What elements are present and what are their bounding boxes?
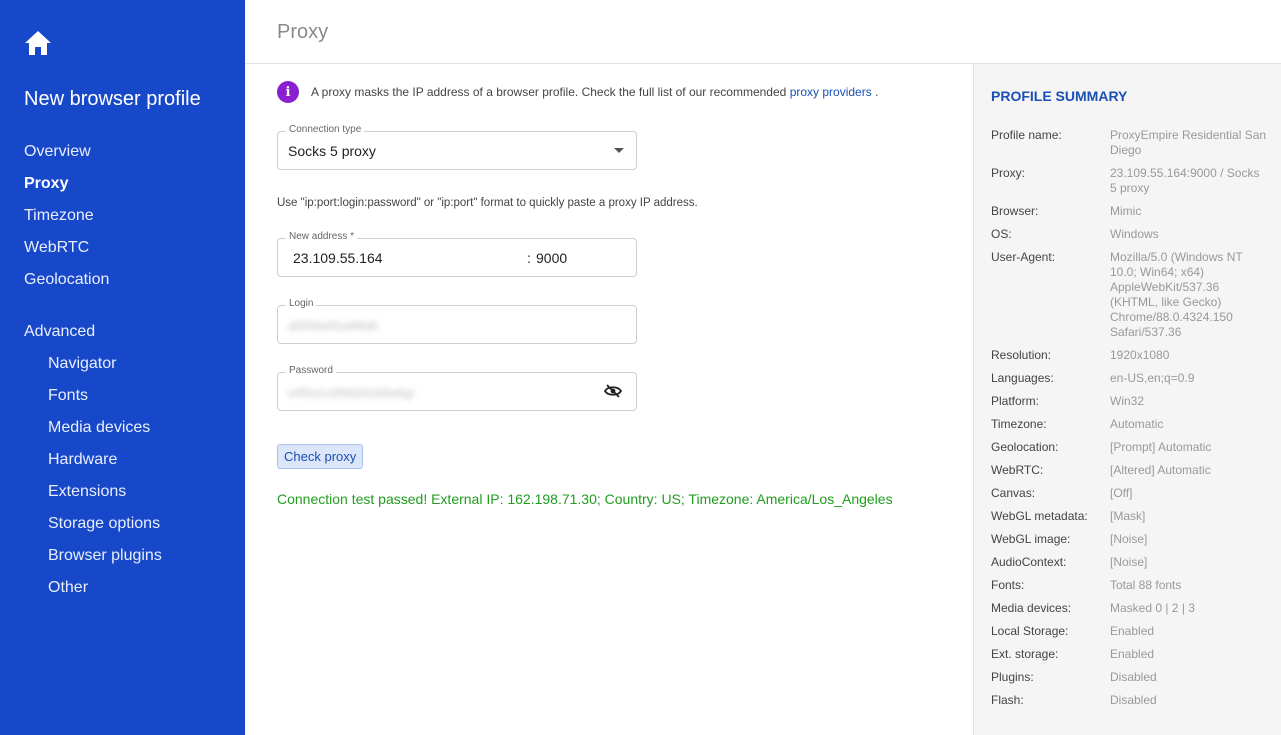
port-separator: : (527, 250, 531, 266)
address-field[interactable]: New address * 23.109.55.164 : 9000 (277, 231, 637, 277)
sidebar-item-browser-plugins[interactable]: Browser plugins (48, 547, 162, 565)
summary-key: Local Storage: (991, 624, 1069, 638)
password-input[interactable]: e4f5a1c0f5fd2b2d0e6gr (288, 386, 415, 400)
sidebar-item-overview[interactable]: Overview (24, 143, 91, 161)
ip-input[interactable]: 23.109.55.164 (293, 250, 383, 266)
summary-value: Mimic (1110, 204, 1142, 218)
summary-key: Ext. storage: (991, 647, 1059, 661)
summary-value: Masked 0 | 2 | 3 (1110, 601, 1195, 615)
summary-key: Timezone: (991, 417, 1047, 431)
sidebar-item-webrtc[interactable]: WebRTC (24, 239, 89, 257)
proxy-form: i A proxy masks the IP address of a brow… (245, 64, 973, 735)
chevron-down-icon[interactable] (614, 148, 624, 153)
sidebar-item-other[interactable]: Other (48, 579, 88, 597)
summary-value: 23.109.55.164:9000 / Socks 5 proxy (1110, 166, 1260, 195)
summary-key: Media devices: (991, 601, 1072, 615)
summary-value: [Noise] (1110, 555, 1148, 569)
summary-key: Languages: (991, 371, 1054, 385)
summary-key: Resolution: (991, 348, 1052, 362)
sidebar-item-storage-options[interactable]: Storage options (48, 515, 160, 533)
summary-key: Proxy: (991, 166, 1026, 180)
sidebar: New browser profile Overview Proxy Timez… (0, 0, 245, 735)
summary-key: Browser: (991, 204, 1039, 218)
summary-key: AudioContext: (991, 555, 1067, 569)
summary-key: WebRTC: (991, 463, 1044, 477)
proxy-providers-link[interactable]: proxy providers (790, 85, 872, 99)
summary-value: Disabled (1110, 693, 1157, 707)
login-label: Login (286, 298, 317, 309)
home-icon[interactable] (24, 30, 52, 56)
summary-key: Platform: (991, 394, 1040, 408)
password-field[interactable]: Password e4f5a1c0f5fd2b2d0e6gr (277, 365, 637, 411)
summary-value: ProxyEmpire Residential San Diego (1110, 128, 1267, 157)
header: Proxy (245, 0, 1281, 64)
sidebar-item-media-devices[interactable]: Media devices (48, 419, 150, 437)
summary-key: User-Agent: (991, 250, 1056, 264)
page-title: Proxy (277, 21, 329, 43)
login-input[interactable]: af5f0fa0f1a4f6d0 (288, 319, 378, 333)
summary-value: [Off] (1110, 486, 1133, 500)
connection-status: Connection test passed! External IP: 162… (277, 491, 893, 507)
sidebar-item-extensions[interactable]: Extensions (48, 483, 126, 501)
port-input[interactable]: 9000 (536, 250, 567, 266)
summary-value: Enabled (1110, 647, 1155, 661)
summary-value: Win32 (1110, 394, 1145, 408)
summary-key: Geolocation: (991, 440, 1059, 454)
summary-key: WebGL metadata: (991, 509, 1088, 523)
sidebar-item-timezone[interactable]: Timezone (24, 207, 94, 225)
password-label: Password (286, 365, 336, 376)
summary-value: [Prompt] Automatic (1110, 440, 1212, 454)
sidebar-item-geolocation[interactable]: Geolocation (24, 271, 109, 289)
summary-title: PROFILE SUMMARY (991, 88, 1128, 104)
info-message: A proxy masks the IP address of a browse… (311, 85, 787, 99)
summary-value: [Mask] (1110, 509, 1146, 523)
sidebar-item-navigator[interactable]: Navigator (48, 355, 116, 373)
info-text: A proxy masks the IP address of a browse… (311, 85, 878, 99)
summary-key: WebGL image: (991, 532, 1071, 546)
sidebar-item-proxy[interactable]: Proxy (24, 175, 68, 193)
connection-type-select[interactable]: Connection type Socks 5 proxy (277, 124, 637, 170)
format-hint: Use "ip:port:login:password" or "ip:port… (277, 197, 698, 209)
sidebar-item-advanced[interactable]: Advanced (24, 323, 95, 341)
connection-type-value: Socks 5 proxy (288, 143, 376, 159)
login-field[interactable]: Login af5f0fa0f1a4f6d0 (277, 298, 637, 344)
info-end: . (875, 85, 879, 99)
summary-key: Canvas: (991, 486, 1036, 500)
address-label: New address * (286, 231, 358, 242)
summary-value: Total 88 fonts (1110, 578, 1182, 592)
info-icon: i (277, 81, 299, 103)
connection-type-label: Connection type (286, 124, 365, 135)
check-proxy-button[interactable]: Check proxy (277, 444, 364, 469)
summary-value: Enabled (1110, 624, 1155, 638)
summary-key: OS: (991, 227, 1012, 241)
sidebar-item-hardware[interactable]: Hardware (48, 451, 117, 469)
summary-value: [Altered] Automatic (1110, 463, 1211, 477)
profile-summary: PROFILE SUMMARY Profile name: ProxyEmpire… (973, 64, 1281, 735)
summary-key: Flash: (991, 693, 1024, 707)
summary-value: Disabled (1110, 670, 1157, 684)
summary-value: 1920x1080 (1110, 348, 1170, 362)
sidebar-title: New browser profile (24, 88, 201, 110)
summary-value: en-US,en;q=0.9 (1110, 371, 1195, 385)
summary-value: [Noise] (1110, 532, 1148, 546)
summary-value: Windows (1110, 227, 1159, 241)
eye-off-icon[interactable] (604, 384, 622, 398)
info-banner: i A proxy masks the IP address of a brow… (277, 81, 878, 103)
sidebar-item-fonts[interactable]: Fonts (48, 387, 88, 405)
summary-key: Fonts: (991, 578, 1025, 592)
summary-key: Profile name: (991, 128, 1062, 142)
summary-value: Mozilla/5.0 (Windows NT 10.0; Win64; x64… (1110, 250, 1243, 339)
summary-key: Plugins: (991, 670, 1034, 684)
summary-value: Automatic (1110, 417, 1164, 431)
